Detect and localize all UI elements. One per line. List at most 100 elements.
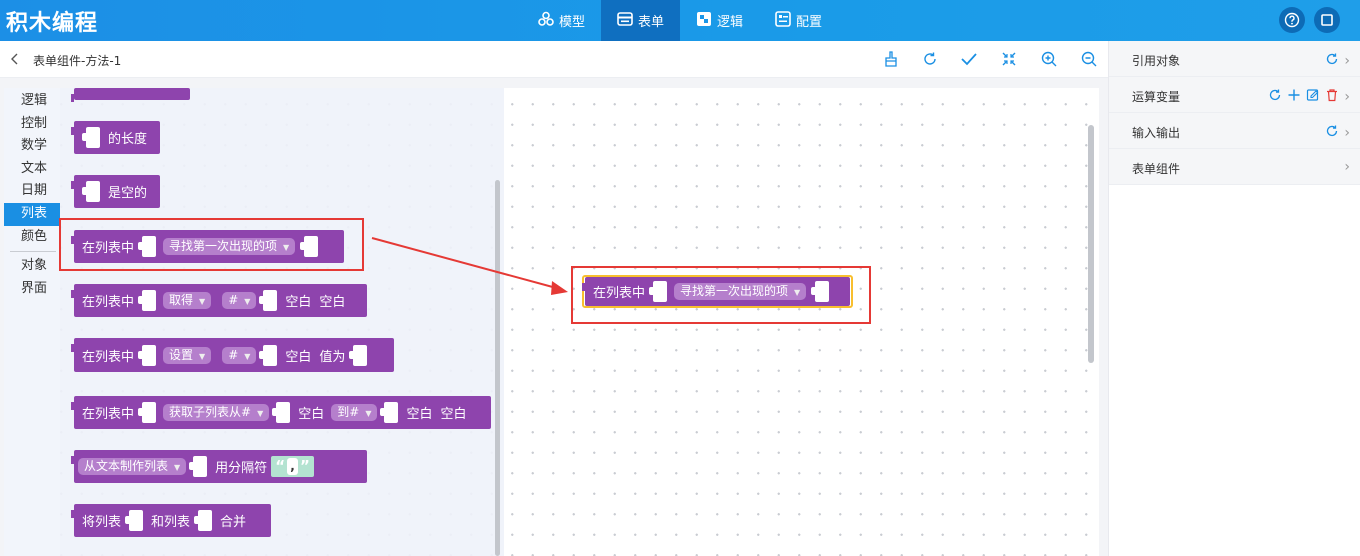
category-list: 逻辑 控制 数学 文本 日期 列表 颜色 对象 界面 [4, 88, 60, 556]
index-dropdown[interactable]: # ▼ [222, 292, 257, 309]
input-slot [259, 290, 278, 311]
panel-row-references[interactable]: 引用对象 › [1109, 41, 1360, 77]
block-text: 空白 [440, 407, 467, 422]
panel-row-variables[interactable]: 运算变量 › [1109, 77, 1360, 113]
merge-lists-block[interactable]: 将列表 和列表 合并 [71, 504, 271, 537]
input-slot [125, 510, 144, 531]
input-slot [82, 181, 100, 202]
partial-block[interactable] [71, 88, 190, 102]
nav-tab-label: 配置 [796, 15, 823, 30]
canvas-scrollbar[interactable] [1088, 125, 1094, 363]
compress-icon[interactable] [1000, 50, 1018, 68]
edit-icon[interactable] [1306, 87, 1320, 106]
block-text: 将列表 [82, 515, 122, 530]
nav-tab-config[interactable]: 配置 [759, 0, 838, 41]
delete-icon[interactable] [1325, 87, 1339, 106]
string-block[interactable]: “,” [271, 456, 314, 477]
chevron-right-icon[interactable]: › [1344, 89, 1350, 105]
category-color[interactable]: 颜色 [4, 226, 60, 249]
panel-row-label: 表单组件 [1132, 162, 1181, 176]
zoom-in-icon[interactable] [1040, 50, 1058, 68]
category-logic[interactable]: 逻辑 [4, 90, 60, 113]
category-math[interactable]: 数学 [4, 135, 60, 158]
block-text: 合并 [220, 515, 247, 530]
block-text: 空白 [319, 295, 346, 310]
category-list-item[interactable]: 列表 [4, 202, 60, 226]
category-control[interactable]: 控制 [4, 113, 60, 136]
config-icon [775, 10, 791, 31]
check-icon[interactable] [960, 50, 978, 68]
input-slot [349, 344, 368, 366]
category-divider [10, 251, 56, 253]
is-empty-block[interactable]: 是空的 [71, 175, 160, 208]
model-icon [538, 11, 554, 31]
logic-icon [696, 11, 712, 31]
highlight-box [571, 266, 871, 324]
sublist-block[interactable]: 在列表中 获取子列表从# ▼ 空白 到# ▼ 空白 空白 [71, 396, 491, 429]
set-mode-dropdown[interactable]: 设置 ▼ [163, 346, 212, 364]
panel-row-label: 运算变量 [1132, 90, 1181, 104]
get-mode-dropdown[interactable]: 取得 ▼ [163, 292, 212, 309]
split-text-block[interactable]: 从文本制作列表 ▼ 用分隔符 “,” [71, 450, 367, 483]
panel-row-label: 输入输出 [1132, 126, 1181, 140]
block-text: 空白 [298, 407, 325, 422]
nav-tab-label: 模型 [559, 15, 586, 30]
panel-row-form-components[interactable]: 表单组件 › [1109, 149, 1360, 185]
form-icon [617, 11, 633, 30]
block-text: 是空的 [108, 186, 148, 201]
sublist-to-dropdown[interactable]: 到# ▼ [331, 404, 378, 421]
app-header: 积木编程 模型 表单 逻辑 配置 [0, 0, 1360, 41]
block-flyout [60, 88, 504, 556]
refresh-icon[interactable] [1325, 123, 1339, 142]
main-nav: 模型 表单 逻辑 配置 [522, 0, 838, 41]
block-text: 空白 [285, 349, 312, 365]
block-text: 用分隔符 [215, 461, 268, 476]
category-text[interactable]: 文本 [4, 158, 60, 181]
block-text: 值为 [319, 349, 346, 365]
input-slot [138, 344, 157, 366]
refresh-icon[interactable] [921, 50, 939, 68]
right-panel: 引用对象 › 运算变量 › 输入输出 › 表单组件 › [1108, 41, 1360, 556]
chevron-right-icon[interactable]: › [1344, 125, 1350, 141]
highlight-box [59, 218, 364, 271]
input-slot [138, 402, 157, 423]
split-mode-dropdown[interactable]: 从文本制作列表 ▼ [78, 458, 187, 475]
help-button[interactable] [1279, 7, 1305, 33]
length-of-block[interactable]: 的长度 [71, 121, 160, 154]
input-slot [259, 344, 278, 366]
clean-icon[interactable] [882, 50, 900, 68]
zoom-out-icon[interactable] [1080, 50, 1098, 68]
block-text: 的长度 [108, 132, 148, 147]
nav-tab-form[interactable]: 表单 [601, 0, 681, 41]
flyout-scrollbar[interactable] [495, 180, 500, 556]
separator-value[interactable]: , [287, 458, 299, 475]
chevron-right-icon[interactable]: › [1344, 53, 1350, 69]
refresh-icon[interactable] [1325, 51, 1339, 70]
breadcrumb: 表单组件-方法-1 [33, 54, 122, 68]
nav-tab-label: 逻辑 [717, 15, 744, 30]
app-title: 积木编程 [6, 11, 99, 36]
back-icon[interactable] [8, 51, 22, 67]
block-text: 在列表中 [82, 295, 135, 310]
set-item-block[interactable]: 在列表中 设置 ▼ # ▼ 空白 值为 [71, 338, 394, 372]
block-text: 空白 [406, 407, 433, 422]
category-date[interactable]: 日期 [4, 180, 60, 203]
square-icon [1321, 14, 1333, 26]
input-slot [189, 456, 208, 477]
nav-tab-model[interactable]: 模型 [522, 0, 601, 41]
sublist-from-dropdown[interactable]: 获取子列表从# ▼ [163, 404, 270, 421]
editor-toolbar: 表单组件-方法-1 [0, 41, 1108, 78]
nav-tab-logic[interactable]: 逻辑 [680, 0, 759, 41]
block-text: 空白 [285, 295, 312, 310]
get-item-block[interactable]: 在列表中 取得 ▼ # ▼ 空白 空白 [71, 284, 367, 317]
input-slot [82, 127, 100, 148]
add-icon[interactable] [1287, 87, 1301, 106]
panel-row-io[interactable]: 输入输出 › [1109, 113, 1360, 149]
category-ui[interactable]: 界面 [4, 278, 60, 301]
category-object[interactable]: 对象 [4, 255, 60, 278]
refresh-icon[interactable] [1268, 87, 1282, 106]
index-dropdown[interactable]: # ▼ [222, 346, 257, 364]
block-text: 和列表 [151, 515, 191, 530]
fullscreen-button[interactable] [1314, 7, 1340, 33]
chevron-right-icon[interactable]: › [1344, 159, 1350, 175]
